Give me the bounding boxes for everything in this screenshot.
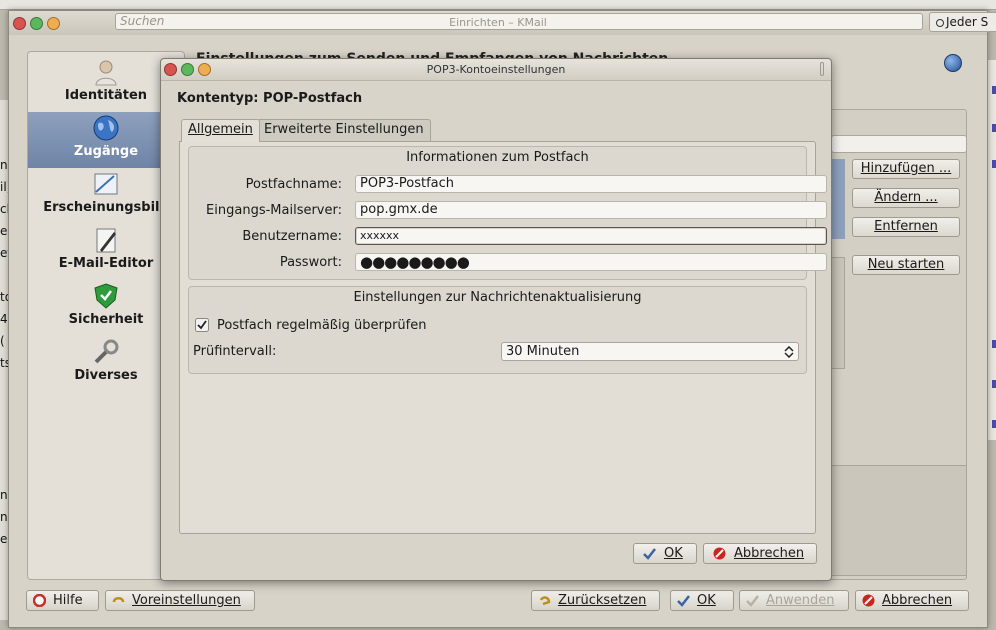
- globe-icon: [93, 115, 119, 141]
- background-unread-marker: [992, 420, 996, 428]
- window-titlebar[interactable]: Suchen Einrichten – KMail Jeder S: [9, 11, 996, 35]
- dialog-title: POP3-Kontoeinstellungen: [426, 63, 566, 76]
- defaults-button[interactable]: Voreinstellungen: [105, 590, 255, 611]
- change-account-button[interactable]: Ändern ...: [852, 188, 960, 208]
- group-title: Einstellungen zur Nachrichtenaktualisier…: [353, 290, 642, 305]
- background-unread-marker: [992, 124, 996, 132]
- checkmark-icon: [677, 595, 690, 607]
- accounts-filter-input[interactable]: [831, 135, 967, 153]
- ok-button[interactable]: OK: [670, 590, 734, 611]
- account-type-label: Kontentyp: POP-Postfach: [177, 91, 363, 106]
- editor-pen-icon: [96, 228, 116, 253]
- interval-select[interactable]: 30 Minuten: [501, 342, 799, 361]
- pop3-account-dialog: POP3-Kontoeinstellungen Kontentyp: POP-P…: [160, 58, 832, 581]
- background-text-fragment: e: [0, 224, 8, 238]
- username-field[interactable]: xxxxxx: [355, 227, 827, 245]
- tab-allgemein[interactable]: Allgemein: [181, 119, 260, 142]
- spinner-arrows-icon: [784, 346, 794, 358]
- accounts-options-box: [831, 465, 967, 576]
- help-lifebuoy-icon: [33, 594, 46, 607]
- field-label: Passwort:: [279, 255, 342, 270]
- dialog-titlebar[interactable]: POP3-Kontoeinstellungen: [161, 59, 831, 81]
- group-title: Informationen zum Postfach: [406, 150, 589, 165]
- tab-erweiterte-einstellungen[interactable]: Erweiterte Einstellungen: [257, 119, 431, 141]
- background-unread-marker: [992, 160, 996, 168]
- field-label: Postfachname:: [245, 177, 342, 192]
- help-button[interactable]: Hilfe: [26, 590, 99, 611]
- field-label: Benutzername:: [242, 229, 342, 244]
- tab-page-allgemein: Informationen zum Postfach Postfachname:…: [179, 141, 827, 534]
- person-icon: [95, 60, 117, 86]
- cancel-icon: [862, 594, 875, 607]
- window-title: Einrichten – KMail: [449, 16, 547, 29]
- reset-button[interactable]: Zurücksetzen: [531, 590, 660, 611]
- background-text-fragment: (: [0, 334, 5, 348]
- interval-label: Prüfintervall:: [193, 344, 277, 359]
- resize-grip-icon: [820, 62, 824, 76]
- apply-button[interactable]: Anwenden: [739, 590, 849, 611]
- incoming-server-field[interactable]: pop.gmx.de: [355, 201, 827, 219]
- background-toolbar: [0, 0, 996, 10]
- accounts-list[interactable]: [831, 257, 845, 369]
- password-mask: ●●●●●●●●●: [360, 253, 470, 271]
- accounts-list-selection[interactable]: [831, 159, 845, 239]
- tools-icon: [94, 339, 119, 364]
- restart-account-button[interactable]: Neu starten: [852, 255, 960, 275]
- update-settings-group: Einstellungen zur Nachrichtenaktualisier…: [188, 286, 807, 374]
- periodic-check-checkbox[interactable]: [195, 318, 209, 332]
- globe-icon: [944, 54, 962, 72]
- appearance-icon: [94, 173, 118, 195]
- background-unread-marker: [992, 86, 996, 94]
- background-unread-marker: [992, 340, 996, 348]
- undo-icon: [539, 596, 551, 606]
- postbox-name-field[interactable]: POP3-Postfach: [355, 175, 827, 193]
- background-text-fragment: e: [0, 532, 8, 546]
- remove-account-button[interactable]: Entfernen: [852, 217, 960, 237]
- background-unread-marker: [992, 380, 996, 388]
- cancel-button[interactable]: Abbrechen: [855, 590, 969, 611]
- filter-scope-button[interactable]: Jeder S: [929, 12, 996, 32]
- checkmark-icon: [643, 548, 656, 560]
- add-account-button[interactable]: Hinzufügen ...: [852, 159, 960, 179]
- restore-defaults-icon: [112, 597, 125, 603]
- dialog-ok-button[interactable]: OK: [633, 543, 697, 564]
- checkmark-icon: [746, 595, 759, 607]
- shield-icon: [94, 283, 118, 309]
- password-field[interactable]: ●●●●●●●●●: [355, 253, 827, 271]
- field-label: Eingangs-Mailserver:: [206, 203, 342, 218]
- periodic-check-label[interactable]: Postfach regelmäßig überprüfen: [217, 318, 426, 333]
- cancel-icon: [713, 547, 726, 560]
- postbox-info-group: Informationen zum Postfach Postfachname:…: [188, 146, 827, 280]
- dialog-cancel-button[interactable]: Abbrechen: [703, 543, 817, 564]
